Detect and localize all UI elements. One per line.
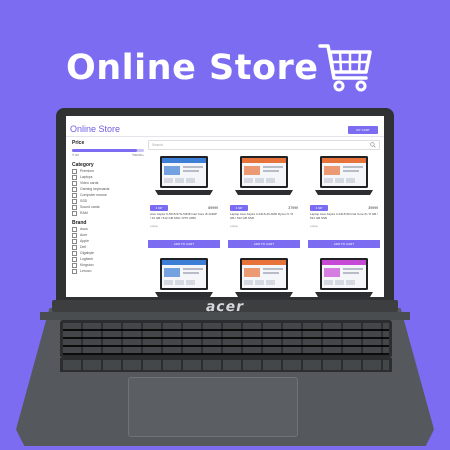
product-card[interactable]: 1 GP 39999 Laptop Acer Aspire 3 A315-59 In… (308, 152, 380, 248)
brand-label: Acer (80, 233, 88, 237)
hero-title: Online Store (66, 48, 319, 88)
search-icon[interactable] (370, 142, 376, 148)
product-category: Laptop (310, 225, 318, 228)
product-price: 89999 (208, 206, 218, 210)
laptop-keyboard-row (60, 358, 392, 372)
filter-sidebar: Price ₹ 0/0 ₹00000+ Category Premium Lapt… (72, 140, 144, 297)
quantity-tag[interactable]: 1 GP (230, 205, 248, 211)
product-price: 39999 (368, 206, 378, 210)
checkbox[interactable] (72, 174, 77, 180)
checkbox[interactable] (72, 168, 77, 174)
category-label: Premium (80, 169, 95, 173)
checkbox[interactable] (72, 186, 77, 192)
quantity-tag[interactable]: 1 GP (150, 205, 168, 211)
product-laptop-image[interactable] (232, 154, 296, 200)
category-label: RAM (80, 211, 88, 215)
brand-label: Dell (80, 245, 87, 249)
product-area: Search 1 GP 89999 Acer Aspire 5 A515-57G-5… (148, 140, 380, 297)
category-label: Sound cards (80, 205, 100, 209)
product-category: Laptop (150, 225, 158, 228)
brand-label: Kingston (80, 263, 94, 267)
my-cart-button[interactable]: MY CART (348, 126, 378, 134)
checkbox[interactable] (72, 256, 77, 262)
product-laptop-image[interactable] (152, 256, 216, 297)
category-label: Gaming keyboards (80, 187, 110, 191)
product-card[interactable]: 1 GP 89999 Acer Aspire 5 A515-57G-53N8 Int… (148, 152, 220, 248)
category-label: Computer mouse (80, 193, 107, 197)
laptop-keyboard (60, 320, 392, 358)
brand-label: Apple (80, 239, 89, 243)
search-placeholder: Search (152, 143, 164, 147)
category-label: SSD (80, 199, 88, 203)
search-input[interactable]: Search (148, 140, 380, 150)
checkbox[interactable] (72, 250, 77, 256)
product-laptop-image[interactable] (312, 256, 376, 297)
checkbox[interactable] (72, 204, 77, 210)
category-label: Video cards (80, 181, 99, 185)
checkbox[interactable] (72, 232, 77, 238)
quantity-tag[interactable]: 1 GP (310, 205, 328, 211)
add-to-cart-button[interactable]: ADD TO CART (308, 240, 380, 248)
product-laptop-image[interactable] (312, 154, 376, 200)
brand-label: Logitech (80, 257, 94, 261)
brand-label: Lenovo (80, 269, 92, 273)
product-laptop-image[interactable] (152, 154, 216, 200)
product-card[interactable] (308, 254, 380, 297)
brand-label: Asus (80, 227, 88, 231)
price-slider[interactable] (72, 149, 144, 152)
price-heading: Price (72, 140, 85, 146)
category-list: Premium Laptops Video cards Gaming keyboard… (72, 168, 144, 216)
add-to-cart-button[interactable]: ADD TO CART (148, 240, 220, 248)
price-slider-fill (72, 149, 137, 152)
checkbox[interactable] (72, 262, 77, 268)
price-row: 1 GP 39999 (310, 205, 380, 211)
header-divider (66, 136, 384, 137)
price-max: ₹00000+ (131, 153, 144, 157)
price-min: ₹ 0/0 (72, 153, 79, 157)
category-label: Laptops (80, 175, 93, 179)
product-grid: 1 GP 89999 Acer Aspire 5 A515-57G-53N8 Int… (148, 152, 380, 297)
store-logo[interactable]: Online Store (70, 124, 120, 134)
checkbox[interactable] (72, 226, 77, 232)
store-header: Online Store MY CART (70, 118, 380, 138)
product-title[interactable]: Acer Aspire 5 A515-57G-53N8 Intel Core i… (150, 213, 218, 220)
product-category: Laptop (230, 225, 238, 228)
laptop-screen: Online Store MY CART Price ₹ 0/0 ₹00000+… (66, 116, 384, 297)
price-row: 1 GP 89999 (150, 205, 220, 211)
product-card[interactable] (228, 254, 300, 297)
brand-label: Gigabyte (80, 251, 95, 255)
shopping-cart-icon (318, 44, 372, 92)
price-row: 1 GP 37999 (230, 205, 300, 211)
product-card[interactable]: 1 GP 37999 Laptop Acer Aspire 3 A315-43 AM… (228, 152, 300, 248)
product-title[interactable]: Laptop Acer Aspire 3 A315-59 Intel Core … (310, 213, 378, 220)
checkbox[interactable] (72, 244, 77, 250)
checkbox[interactable] (72, 268, 77, 274)
add-to-cart-button[interactable]: ADD TO CART (228, 240, 300, 248)
product-laptop-image[interactable] (232, 256, 296, 297)
checkbox[interactable] (72, 198, 77, 204)
product-title[interactable]: Laptop Acer Aspire 3 A315-43 AMD Ryzen 5… (230, 213, 298, 220)
checkbox[interactable] (72, 192, 77, 198)
product-card[interactable] (148, 254, 220, 297)
laptop-trackpad (128, 377, 298, 437)
checkbox[interactable] (72, 210, 77, 216)
hero: Online Store (0, 40, 450, 100)
checkbox[interactable] (72, 180, 77, 186)
brand-filter[interactable]: Lenovo (72, 268, 144, 274)
product-price: 37999 (288, 206, 298, 210)
brand-list: Asus Acer Apple Dell Gigabyte Logitech Kingsto… (72, 226, 144, 274)
laptop-brand-logo: acer (204, 299, 246, 315)
checkbox[interactable] (72, 238, 77, 244)
